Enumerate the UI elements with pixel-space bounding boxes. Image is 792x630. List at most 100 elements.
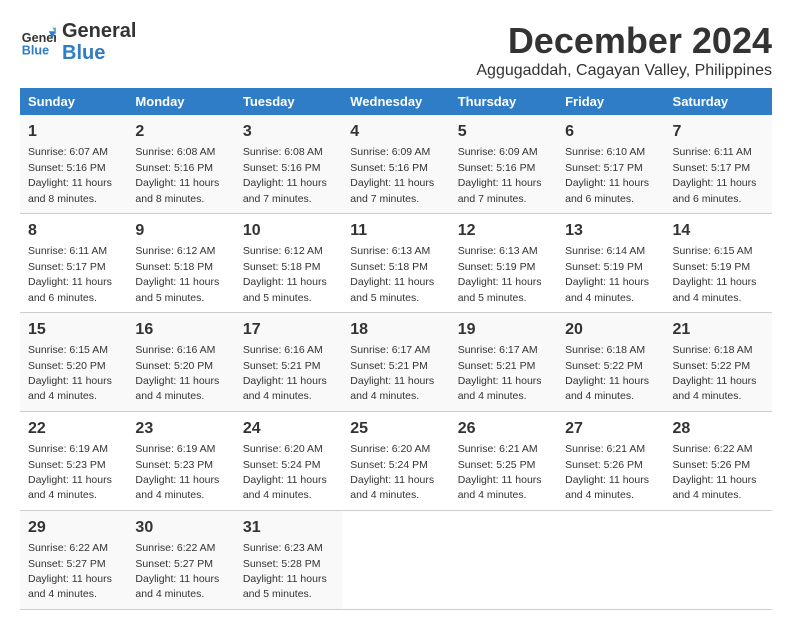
day-number: 3: [243, 121, 334, 143]
day-number: 27: [565, 418, 656, 440]
daylight-text: Daylight: 11 hours and 7 minutes.: [350, 177, 434, 204]
sunset-text: Sunset: 5:17 PM: [673, 162, 751, 174]
sunrise-text: Sunrise: 6:13 AM: [458, 245, 538, 257]
sunrise-text: Sunrise: 6:12 AM: [135, 245, 215, 257]
daylight-text: Daylight: 11 hours and 8 minutes.: [135, 177, 219, 204]
daylight-text: Daylight: 11 hours and 5 minutes.: [243, 276, 327, 303]
calendar-cell: 13 Sunrise: 6:14 AM Sunset: 5:19 PM Dayl…: [557, 213, 664, 312]
sunset-text: Sunset: 5:23 PM: [28, 459, 106, 471]
sunset-text: Sunset: 5:21 PM: [243, 360, 321, 372]
sunset-text: Sunset: 5:18 PM: [243, 261, 321, 273]
day-number: 23: [135, 418, 226, 440]
day-number: 4: [350, 121, 441, 143]
sunset-text: Sunset: 5:16 PM: [243, 162, 321, 174]
calendar-cell: 5 Sunrise: 6:09 AM Sunset: 5:16 PM Dayli…: [450, 115, 557, 213]
day-number: 26: [458, 418, 549, 440]
sunset-text: Sunset: 5:23 PM: [135, 459, 213, 471]
month-title: December 2024: [476, 20, 772, 62]
location-title: Aggugaddah, Cagayan Valley, Philippines: [476, 62, 772, 80]
sunrise-text: Sunrise: 6:08 AM: [135, 146, 215, 158]
sunset-text: Sunset: 5:18 PM: [135, 261, 213, 273]
sunrise-text: Sunrise: 6:19 AM: [28, 443, 108, 455]
sunrise-text: Sunrise: 6:13 AM: [350, 245, 430, 257]
sunset-text: Sunset: 5:19 PM: [673, 261, 751, 273]
calendar-cell: [557, 510, 664, 609]
daylight-text: Daylight: 11 hours and 4 minutes.: [350, 375, 434, 402]
sunset-text: Sunset: 5:28 PM: [243, 558, 321, 570]
title-block: December 2024 Aggugaddah, Cagayan Valley…: [476, 20, 772, 80]
logo-general: General: [62, 20, 136, 42]
day-number: 28: [673, 418, 764, 440]
day-number: 16: [135, 319, 226, 341]
sunset-text: Sunset: 5:26 PM: [565, 459, 643, 471]
sunset-text: Sunset: 5:19 PM: [458, 261, 536, 273]
sunrise-text: Sunrise: 6:12 AM: [243, 245, 323, 257]
sunrise-text: Sunrise: 6:16 AM: [135, 344, 215, 356]
calendar-cell: 2 Sunrise: 6:08 AM Sunset: 5:16 PM Dayli…: [127, 115, 234, 213]
sunrise-text: Sunrise: 6:15 AM: [28, 344, 108, 356]
day-number: 29: [28, 517, 119, 539]
sunrise-text: Sunrise: 6:14 AM: [565, 245, 645, 257]
calendar-cell: 30 Sunrise: 6:22 AM Sunset: 5:27 PM Dayl…: [127, 510, 234, 609]
sunrise-text: Sunrise: 6:11 AM: [28, 245, 107, 257]
daylight-text: Daylight: 11 hours and 4 minutes.: [28, 573, 112, 600]
day-number: 17: [243, 319, 334, 341]
calendar-cell: 18 Sunrise: 6:17 AM Sunset: 5:21 PM Dayl…: [342, 312, 449, 411]
sunrise-text: Sunrise: 6:18 AM: [673, 344, 753, 356]
day-number: 5: [458, 121, 549, 143]
header-saturday: Saturday: [665, 88, 772, 115]
daylight-text: Daylight: 11 hours and 7 minutes.: [458, 177, 542, 204]
logo-icon: General Blue: [20, 24, 56, 60]
daylight-text: Daylight: 11 hours and 6 minutes.: [28, 276, 112, 303]
calendar-cell: 17 Sunrise: 6:16 AM Sunset: 5:21 PM Dayl…: [235, 312, 342, 411]
logo: General Blue General Blue: [20, 20, 136, 64]
sunset-text: Sunset: 5:22 PM: [565, 360, 643, 372]
calendar-cell: 28 Sunrise: 6:22 AM Sunset: 5:26 PM Dayl…: [665, 411, 772, 510]
daylight-text: Daylight: 11 hours and 6 minutes.: [673, 177, 757, 204]
sunset-text: Sunset: 5:27 PM: [28, 558, 106, 570]
calendar-week-row: 8 Sunrise: 6:11 AM Sunset: 5:17 PM Dayli…: [20, 213, 772, 312]
calendar-cell: 27 Sunrise: 6:21 AM Sunset: 5:26 PM Dayl…: [557, 411, 664, 510]
daylight-text: Daylight: 11 hours and 5 minutes.: [243, 573, 327, 600]
day-number: 8: [28, 220, 119, 242]
sunset-text: Sunset: 5:21 PM: [458, 360, 536, 372]
sunrise-text: Sunrise: 6:17 AM: [350, 344, 430, 356]
calendar-cell: 20 Sunrise: 6:18 AM Sunset: 5:22 PM Dayl…: [557, 312, 664, 411]
daylight-text: Daylight: 11 hours and 4 minutes.: [673, 375, 757, 402]
calendar-cell: 16 Sunrise: 6:16 AM Sunset: 5:20 PM Dayl…: [127, 312, 234, 411]
sunrise-text: Sunrise: 6:17 AM: [458, 344, 538, 356]
calendar-week-row: 29 Sunrise: 6:22 AM Sunset: 5:27 PM Dayl…: [20, 510, 772, 609]
calendar-cell: 8 Sunrise: 6:11 AM Sunset: 5:17 PM Dayli…: [20, 213, 127, 312]
day-number: 15: [28, 319, 119, 341]
logo-blue: Blue: [62, 42, 136, 64]
header-wednesday: Wednesday: [342, 88, 449, 115]
calendar-cell: 6 Sunrise: 6:10 AM Sunset: 5:17 PM Dayli…: [557, 115, 664, 213]
calendar-cell: 15 Sunrise: 6:15 AM Sunset: 5:20 PM Dayl…: [20, 312, 127, 411]
daylight-text: Daylight: 11 hours and 4 minutes.: [673, 474, 757, 501]
day-number: 24: [243, 418, 334, 440]
calendar-cell: 29 Sunrise: 6:22 AM Sunset: 5:27 PM Dayl…: [20, 510, 127, 609]
day-number: 21: [673, 319, 764, 341]
sunset-text: Sunset: 5:24 PM: [350, 459, 428, 471]
sunset-text: Sunset: 5:26 PM: [673, 459, 751, 471]
calendar-cell: [342, 510, 449, 609]
sunset-text: Sunset: 5:16 PM: [28, 162, 106, 174]
day-number: 7: [673, 121, 764, 143]
daylight-text: Daylight: 11 hours and 4 minutes.: [243, 474, 327, 501]
calendar-cell: 24 Sunrise: 6:20 AM Sunset: 5:24 PM Dayl…: [235, 411, 342, 510]
calendar-cell: 14 Sunrise: 6:15 AM Sunset: 5:19 PM Dayl…: [665, 213, 772, 312]
calendar-week-row: 22 Sunrise: 6:19 AM Sunset: 5:23 PM Dayl…: [20, 411, 772, 510]
daylight-text: Daylight: 11 hours and 4 minutes.: [135, 375, 219, 402]
daylight-text: Daylight: 11 hours and 7 minutes.: [243, 177, 327, 204]
daylight-text: Daylight: 11 hours and 4 minutes.: [28, 474, 112, 501]
calendar-cell: 26 Sunrise: 6:21 AM Sunset: 5:25 PM Dayl…: [450, 411, 557, 510]
sunset-text: Sunset: 5:25 PM: [458, 459, 536, 471]
day-number: 30: [135, 517, 226, 539]
sunrise-text: Sunrise: 6:10 AM: [565, 146, 645, 158]
sunset-text: Sunset: 5:16 PM: [458, 162, 536, 174]
calendar-week-row: 15 Sunrise: 6:15 AM Sunset: 5:20 PM Dayl…: [20, 312, 772, 411]
day-number: 2: [135, 121, 226, 143]
calendar-cell: 9 Sunrise: 6:12 AM Sunset: 5:18 PM Dayli…: [127, 213, 234, 312]
calendar-week-row: 1 Sunrise: 6:07 AM Sunset: 5:16 PM Dayli…: [20, 115, 772, 213]
sunrise-text: Sunrise: 6:22 AM: [673, 443, 753, 455]
